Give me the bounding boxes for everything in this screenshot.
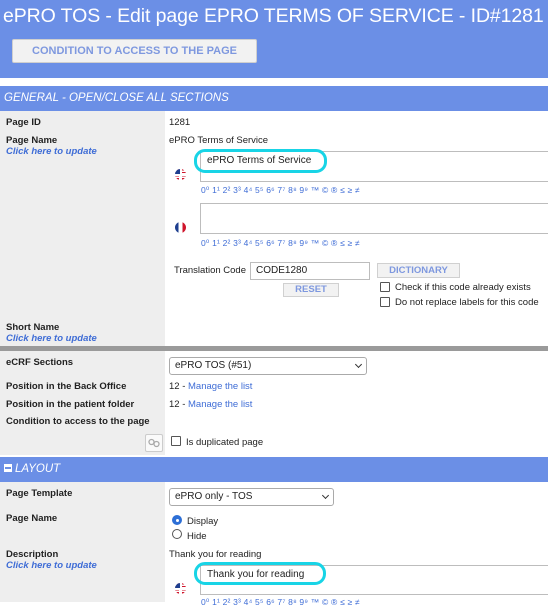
hide-radio[interactable] — [172, 529, 182, 539]
back-office-label: Position in the Back Office — [6, 381, 127, 392]
patient-folder-value: 12 - — [169, 399, 189, 410]
fr-flag-icon — [175, 222, 186, 233]
duplicated-page-checkbox[interactable] — [171, 436, 181, 446]
special-chars-english[interactable]: 0⁰ 1¹ 2² 3³ 4⁴ 5⁵ 6⁶ 7⁷ 8⁸ 9⁹ ™ © ® ≤ ≥ … — [201, 185, 360, 196]
translation-code-input[interactable]: CODE1280 — [250, 262, 370, 280]
layout-page-name-label: Page Name — [6, 513, 58, 524]
short-name-label: Short Name — [6, 322, 60, 333]
ecrf-sections-value: ePRO TOS (#51) — [175, 360, 252, 371]
duplicated-page-label: Is duplicated page — [186, 437, 264, 448]
check-exists-checkbox[interactable] — [380, 282, 390, 292]
no-replace-label: Do not replace labels for this code — [395, 297, 539, 308]
chain-link-icon — [148, 438, 160, 448]
back-office-position: 12 - Manage the list — [169, 381, 252, 392]
page-id-label: Page ID — [6, 117, 41, 128]
special-chars-description[interactable]: 0⁰ 1¹ 2² 3³ 4⁴ 5⁵ 6⁶ 7⁷ 8⁸ 9⁹ ™ © ® ≤ ≥ … — [201, 597, 360, 608]
page-template-label: Page Template — [6, 488, 73, 499]
reset-button[interactable]: RESET — [283, 283, 339, 297]
left-column-layout — [0, 482, 165, 602]
ecrf-sections-label: eCRF Sections — [6, 357, 74, 368]
special-chars-french[interactable]: 0⁰ 1¹ 2² 3³ 4⁴ 5⁵ 6⁶ 7⁷ 8⁸ 9⁹ ™ © ® ≤ ≥ … — [201, 238, 360, 249]
page-title: ePRO TOS - Edit page EPRO TERMS OF SERVI… — [3, 5, 544, 27]
page-name-update-link[interactable]: Click here to update — [6, 146, 97, 157]
condition-access-button[interactable]: CONDITION TO ACCESS TO THE PAGE — [12, 39, 257, 63]
patient-folder-label: Position in the patient folder — [6, 399, 135, 410]
description-value: Thank you for reading — [169, 549, 262, 560]
translation-code-label: Translation Code — [174, 265, 246, 276]
chevron-down-icon — [354, 360, 363, 369]
page-name-label: Page Name — [6, 135, 58, 146]
uk-flag-icon — [175, 583, 186, 594]
page-id-value: 1281 — [169, 117, 191, 128]
short-name-update-link[interactable]: Click here to update — [6, 333, 97, 344]
uk-flag-icon — [175, 169, 186, 180]
hide-label: Hide — [187, 531, 207, 542]
description-label: Description — [6, 549, 59, 560]
general-section-title: GENERAL - OPEN/CLOSE ALL SECTIONS — [4, 92, 229, 104]
page-template-value: ePRO only - TOS — [175, 491, 253, 502]
condition-access-label: Condition to access to the page — [6, 416, 150, 427]
description-update-link[interactable]: Click here to update — [6, 560, 97, 571]
page-template-select[interactable]: ePRO only - TOS — [169, 488, 334, 506]
manage-list-link-back-office[interactable]: Manage the list — [188, 381, 252, 392]
ecrf-sections-select[interactable]: ePRO TOS (#51) — [169, 357, 367, 375]
back-office-value: 12 - — [169, 381, 189, 392]
link-icon[interactable] — [145, 434, 163, 452]
check-exists-label: Check if this code already exists — [395, 282, 531, 293]
layout-section-title: LAYOUT — [15, 463, 61, 475]
display-label: Display — [187, 516, 219, 527]
no-replace-checkbox[interactable] — [380, 297, 390, 307]
manage-list-link-patient-folder[interactable]: Manage the list — [188, 399, 252, 410]
chevron-down-icon — [321, 491, 330, 500]
highlight-english-name — [194, 149, 327, 173]
dictionary-button[interactable]: DICTIONARY — [377, 263, 460, 278]
page-name-value: ePRO Terms of Service — [169, 135, 269, 146]
general-section-header[interactable]: GENERAL - OPEN/CLOSE ALL SECTIONS — [0, 86, 548, 111]
page-header: ePRO TOS - Edit page EPRO TERMS OF SERVI… — [0, 0, 548, 78]
display-radio[interactable] — [172, 515, 182, 525]
layout-section-header[interactable]: LAYOUT — [0, 457, 548, 482]
collapse-icon[interactable] — [4, 464, 12, 472]
highlight-english-description — [194, 562, 326, 585]
patient-folder-position: 12 - Manage the list — [169, 399, 252, 410]
french-page-name-input[interactable] — [200, 203, 548, 234]
